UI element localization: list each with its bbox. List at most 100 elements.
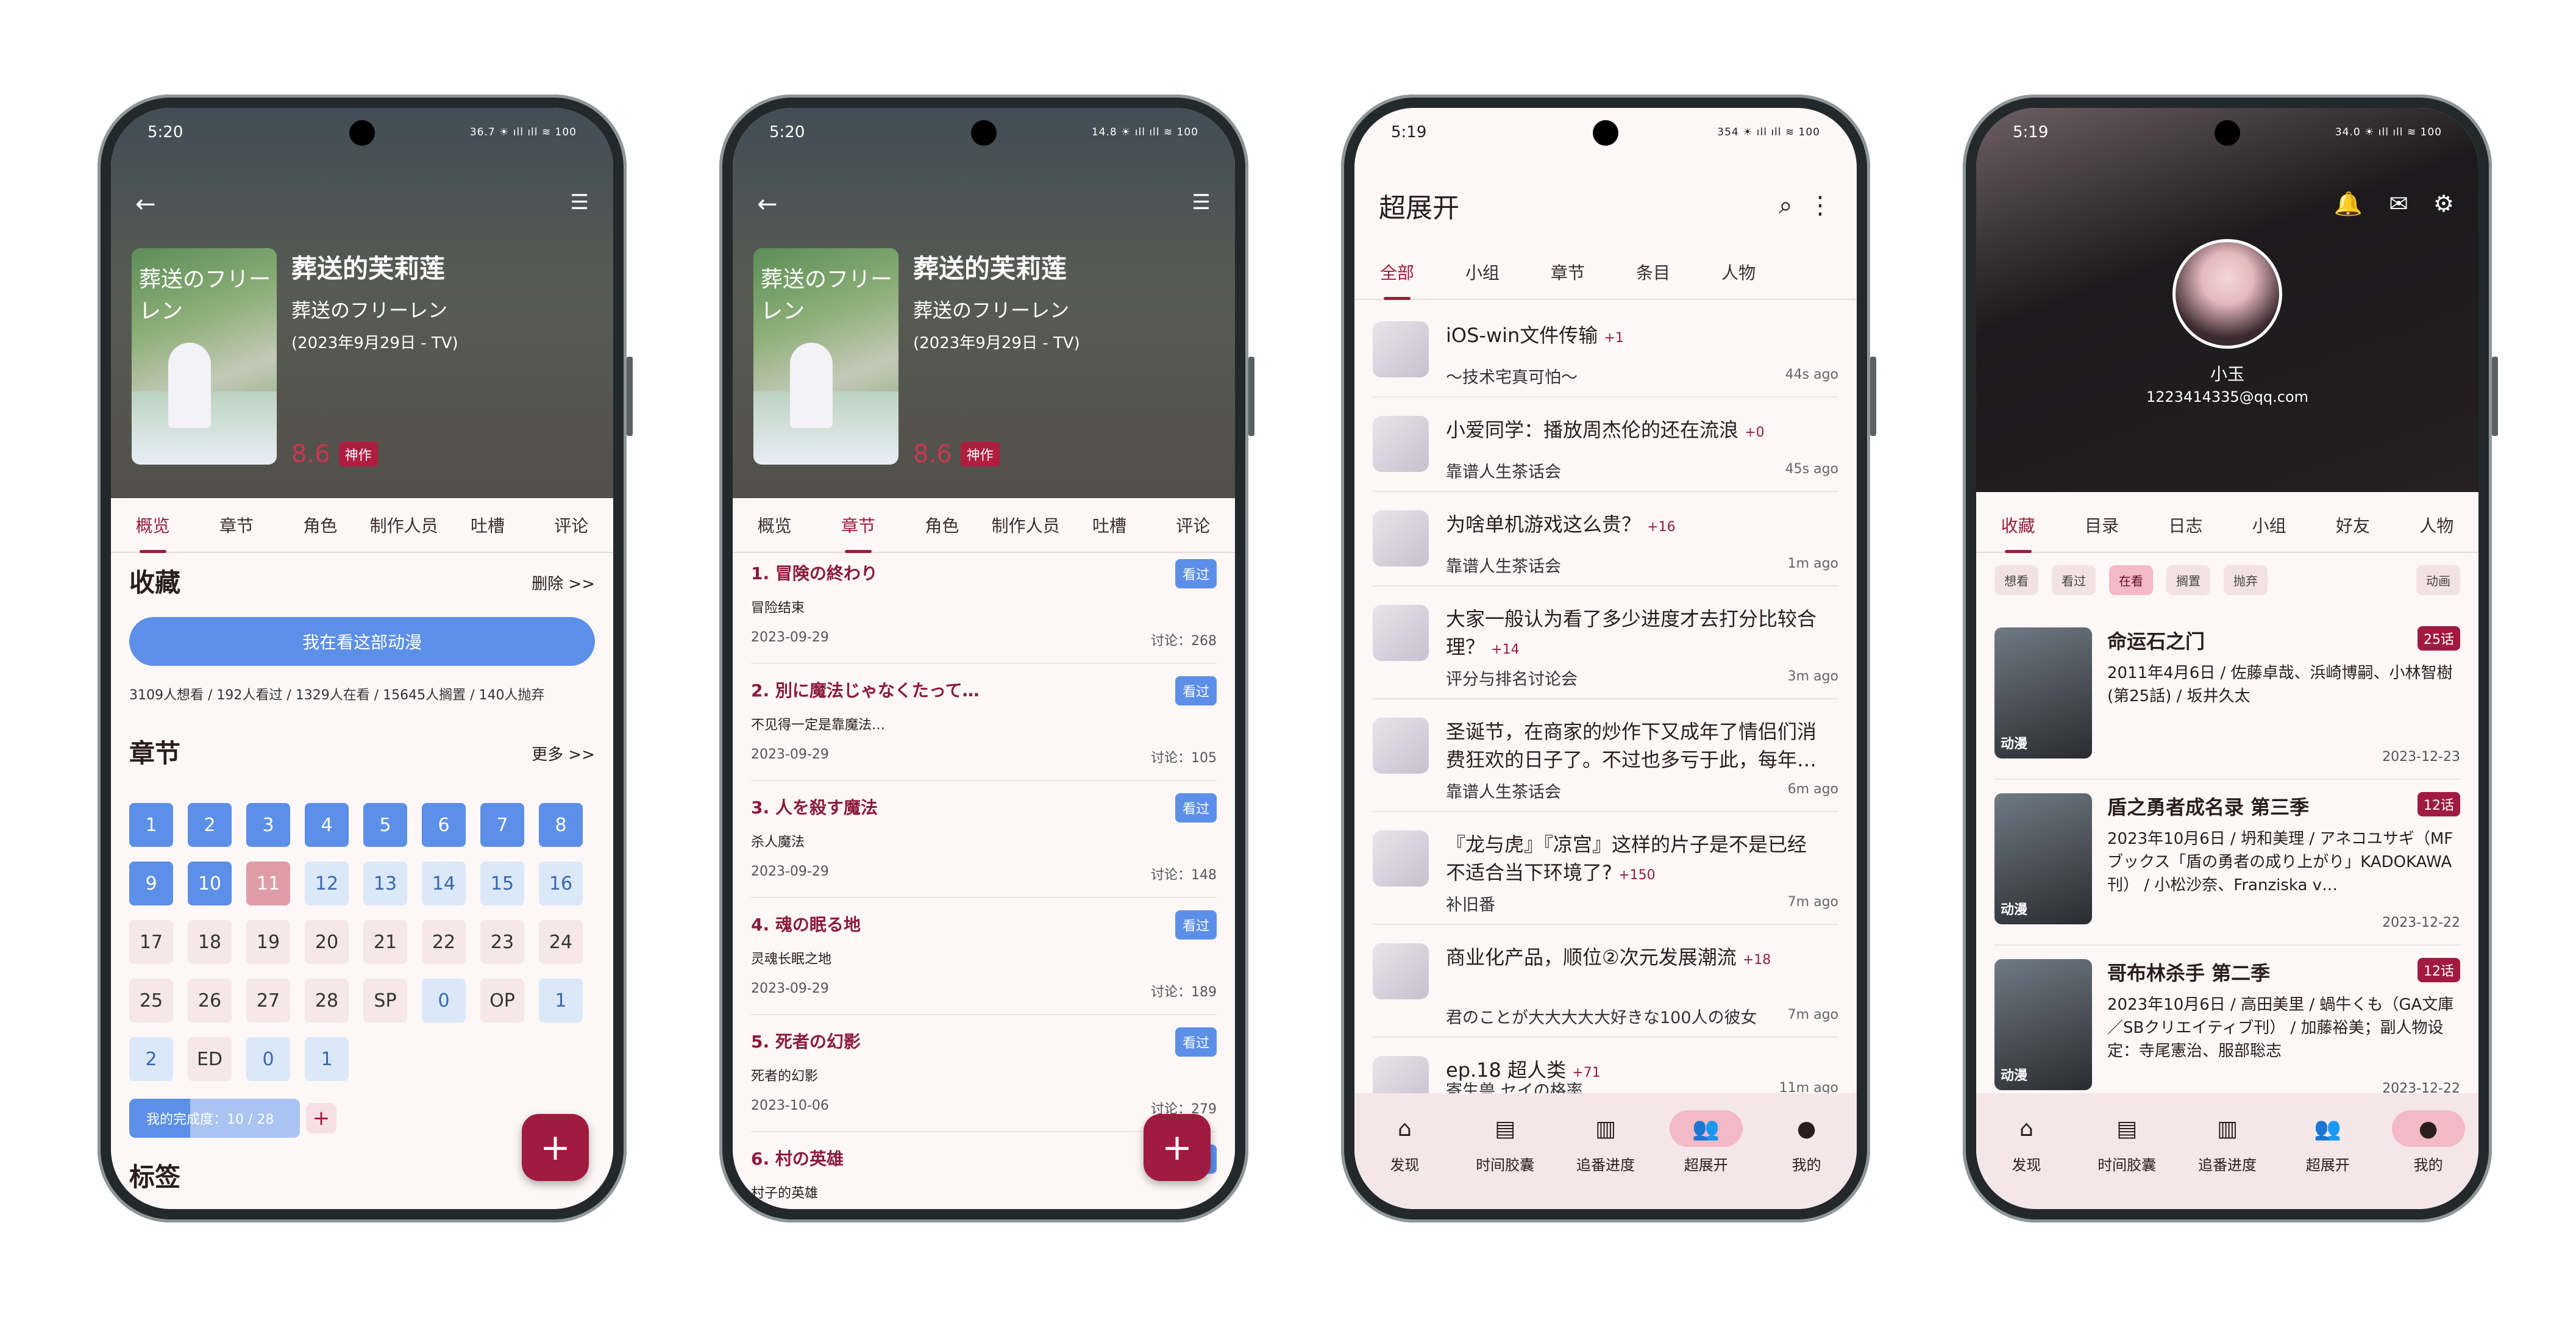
nav-item[interactable]: ● 我的 xyxy=(1761,1110,1852,1209)
back-arrow-icon[interactable]: ← xyxy=(757,190,778,218)
episode-button[interactable]: 10 xyxy=(188,862,232,905)
tab-overview[interactable]: 概览 xyxy=(733,498,816,552)
episode-button[interactable]: 1 xyxy=(305,1037,349,1081)
topic-row[interactable]: 小爱同学：播放周杰伦的还在流浪 +0 靠谱人生茶话会 45s ago xyxy=(1373,398,1838,492)
collection-row[interactable]: 动漫 哥布林杀手 第二季 12话 2023年10月6日 / 高田美里 / 蝸牛くも（G… xyxy=(1994,946,2460,1112)
chip-doing[interactable]: 在看 xyxy=(2109,565,2153,595)
episode-button[interactable]: SP xyxy=(363,979,407,1023)
nav-item[interactable]: ▥ 追番进度 xyxy=(1560,1110,1651,1209)
tab-persons[interactable]: 人物 xyxy=(2395,498,2478,552)
episodes-more-link[interactable]: 更多 >> xyxy=(532,742,595,765)
tab-overview[interactable]: 概览 xyxy=(111,498,194,553)
episode-button[interactable]: 7 xyxy=(480,803,524,847)
watched-button[interactable]: 看过 xyxy=(1175,559,1217,588)
back-arrow-icon[interactable]: ← xyxy=(135,190,156,218)
search-icon[interactable]: ⌕ xyxy=(1779,191,1792,220)
episode-button[interactable]: 20 xyxy=(305,920,349,964)
episode-button[interactable]: 24 xyxy=(539,920,583,964)
episode-button[interactable]: 14 xyxy=(422,862,466,905)
topic-row[interactable]: 为啥单机游戏这么贵？ +16 靠谱人生茶话会 1m ago xyxy=(1373,492,1838,587)
nav-item[interactable]: ▤ 时间胶囊 xyxy=(1459,1110,1551,1209)
add-progress-button[interactable]: + xyxy=(306,1103,336,1133)
collection-row[interactable]: 动漫 命运石之门 25话 2011年4月6日 / 佐藤卓哉、浜崎博嗣、小林智樹(第25… xyxy=(1994,614,2460,780)
tab-chapters[interactable]: 章节 xyxy=(816,498,900,553)
topic-row[interactable]: iOS-win文件传输 +1 ～技术宅真可怕～ 44s ago xyxy=(1373,303,1838,398)
episode-button[interactable]: 1 xyxy=(129,803,173,847)
episode-button[interactable]: 15 xyxy=(480,862,524,905)
tab-blog[interactable]: 日志 xyxy=(2144,498,2227,552)
chapter-row[interactable]: 1. 冒険の終わり 冒险结束 2023-09-29 讨论：268 看过 xyxy=(751,547,1217,664)
tab-reviews[interactable]: 评论 xyxy=(1151,498,1235,552)
tab-collection[interactable]: 收藏 xyxy=(1976,498,2060,553)
episode-button[interactable]: 8 xyxy=(539,803,583,847)
tab-characters[interactable]: 角色 xyxy=(900,498,984,552)
episode-button[interactable]: 9 xyxy=(129,862,173,905)
nav-item[interactable]: 👥 超展开 xyxy=(2282,1110,2374,1209)
episode-button[interactable]: 6 xyxy=(422,803,466,847)
add-fab-button[interactable]: + xyxy=(522,1114,589,1181)
tab-persons[interactable]: 人物 xyxy=(1696,245,1781,299)
episode-button[interactable]: 5 xyxy=(363,803,407,847)
collection-row[interactable]: 动漫 盾之勇者成名录 第三季 12话 2023年10月6日 / 坍和美理 / アネコユ… xyxy=(1994,780,2460,946)
episode-button[interactable]: 23 xyxy=(480,920,524,964)
topic-row[interactable]: 大家一般认为看了多少进度才去打分比较合理？ +14 评分与排名讨论会 3m ago xyxy=(1373,587,1838,699)
bell-icon[interactable]: 🔔 xyxy=(2334,190,2363,218)
episode-button[interactable]: OP xyxy=(480,979,524,1023)
nav-item[interactable]: ⌂ 发现 xyxy=(1359,1110,1450,1209)
episode-button[interactable]: 25 xyxy=(129,979,173,1023)
episode-button[interactable]: 0 xyxy=(422,979,466,1023)
mail-icon[interactable]: ✉ xyxy=(2389,190,2408,217)
tab-characters[interactable]: 角色 xyxy=(279,498,362,552)
tab-staff[interactable]: 制作人员 xyxy=(984,498,1067,552)
episode-button[interactable]: 13 xyxy=(363,862,407,905)
chapter-row[interactable]: 4. 魂の眠る地 灵魂长眠之地 2023-09-29 讨论：189 看过 xyxy=(751,898,1217,1015)
watching-button[interactable]: 我在看这部动漫 xyxy=(129,617,595,666)
topic-row[interactable]: 圣诞节，在商家的炒作下又成年了情侣们消费狂欢的日子了。不过也多亏于此，每年… 靠… xyxy=(1373,699,1838,812)
nav-item[interactable]: 👥 超展开 xyxy=(1660,1110,1752,1209)
tab-subjects[interactable]: 条目 xyxy=(1610,245,1696,299)
tab-staff[interactable]: 制作人员 xyxy=(362,498,446,552)
watched-button[interactable]: 看过 xyxy=(1175,793,1217,823)
episode-button[interactable]: 12 xyxy=(305,862,349,905)
episode-button[interactable]: 3 xyxy=(246,803,290,847)
chip-done[interactable]: 看过 xyxy=(2052,565,2096,595)
nav-item[interactable]: ⌂ 发现 xyxy=(1980,1110,2072,1209)
tab-groups[interactable]: 小组 xyxy=(1440,245,1525,299)
watched-button[interactable]: 看过 xyxy=(1175,676,1217,705)
tab-catalog[interactable]: 目录 xyxy=(2060,498,2143,552)
tab-reviews[interactable]: 评论 xyxy=(530,498,613,552)
episode-button[interactable]: 17 xyxy=(129,920,173,964)
chapter-row[interactable]: 5. 死者の幻影 死者的幻影 2023-10-06 讨论：279 看过 xyxy=(751,1015,1217,1132)
nav-item[interactable]: ● 我的 xyxy=(2383,1110,2474,1209)
nav-item[interactable]: ▤ 时间胶囊 xyxy=(2081,1110,2172,1209)
episode-button[interactable]: 1 xyxy=(539,979,583,1023)
delete-link[interactable]: 删除 >> xyxy=(532,571,595,594)
chapter-row[interactable]: 3. 人を殺す魔法 杀人魔法 2023-09-29 讨论：148 看过 xyxy=(751,781,1217,898)
episode-button[interactable]: 18 xyxy=(188,920,232,964)
episode-button[interactable]: 2 xyxy=(188,803,232,847)
episode-button[interactable]: 4 xyxy=(305,803,349,847)
avatar[interactable] xyxy=(2172,239,2282,349)
tab-comments[interactable]: 吐槽 xyxy=(446,498,529,552)
chip-wish[interactable]: 想看 xyxy=(1994,565,2038,595)
episode-button[interactable]: 11 xyxy=(246,862,290,905)
episode-button[interactable]: 27 xyxy=(246,979,290,1023)
episode-button[interactable]: 21 xyxy=(363,920,407,964)
tab-chapters[interactable]: 章节 xyxy=(1525,245,1610,299)
topic-row[interactable]: 商业化产品，顺位②次元发展潮流 +18 君のことが大大大大大好きな100人の彼女 7… xyxy=(1373,925,1838,1038)
tab-groups[interactable]: 小组 xyxy=(2227,498,2311,552)
chapter-row[interactable]: 2. 別に魔法じゃなくたって… 不见得一定是靠魔法… 2023-09-29 讨论：10… xyxy=(751,664,1217,781)
tab-chapters[interactable]: 章节 xyxy=(194,498,278,552)
chip-dropped[interactable]: 抛弃 xyxy=(2224,565,2268,595)
add-fab-button[interactable]: + xyxy=(1144,1114,1211,1181)
chip-onhold[interactable]: 搁置 xyxy=(2166,565,2210,595)
episode-button[interactable]: ED xyxy=(188,1037,232,1081)
watched-button[interactable]: 看过 xyxy=(1175,910,1217,940)
nav-item[interactable]: ▥ 追番进度 xyxy=(2182,1110,2273,1209)
episode-button[interactable]: 22 xyxy=(422,920,466,964)
topic-row[interactable]: 『龙与虎』『凉宫』这样的片子是不是已经不适合当下环境了? +150 补旧番 7m a… xyxy=(1373,812,1838,925)
list-settings-icon[interactable]: ☰ xyxy=(571,190,589,215)
more-menu-icon[interactable]: ⋮ xyxy=(1808,191,1832,220)
episode-button[interactable]: 16 xyxy=(539,862,583,905)
gear-icon[interactable]: ⚙ xyxy=(2433,190,2454,217)
